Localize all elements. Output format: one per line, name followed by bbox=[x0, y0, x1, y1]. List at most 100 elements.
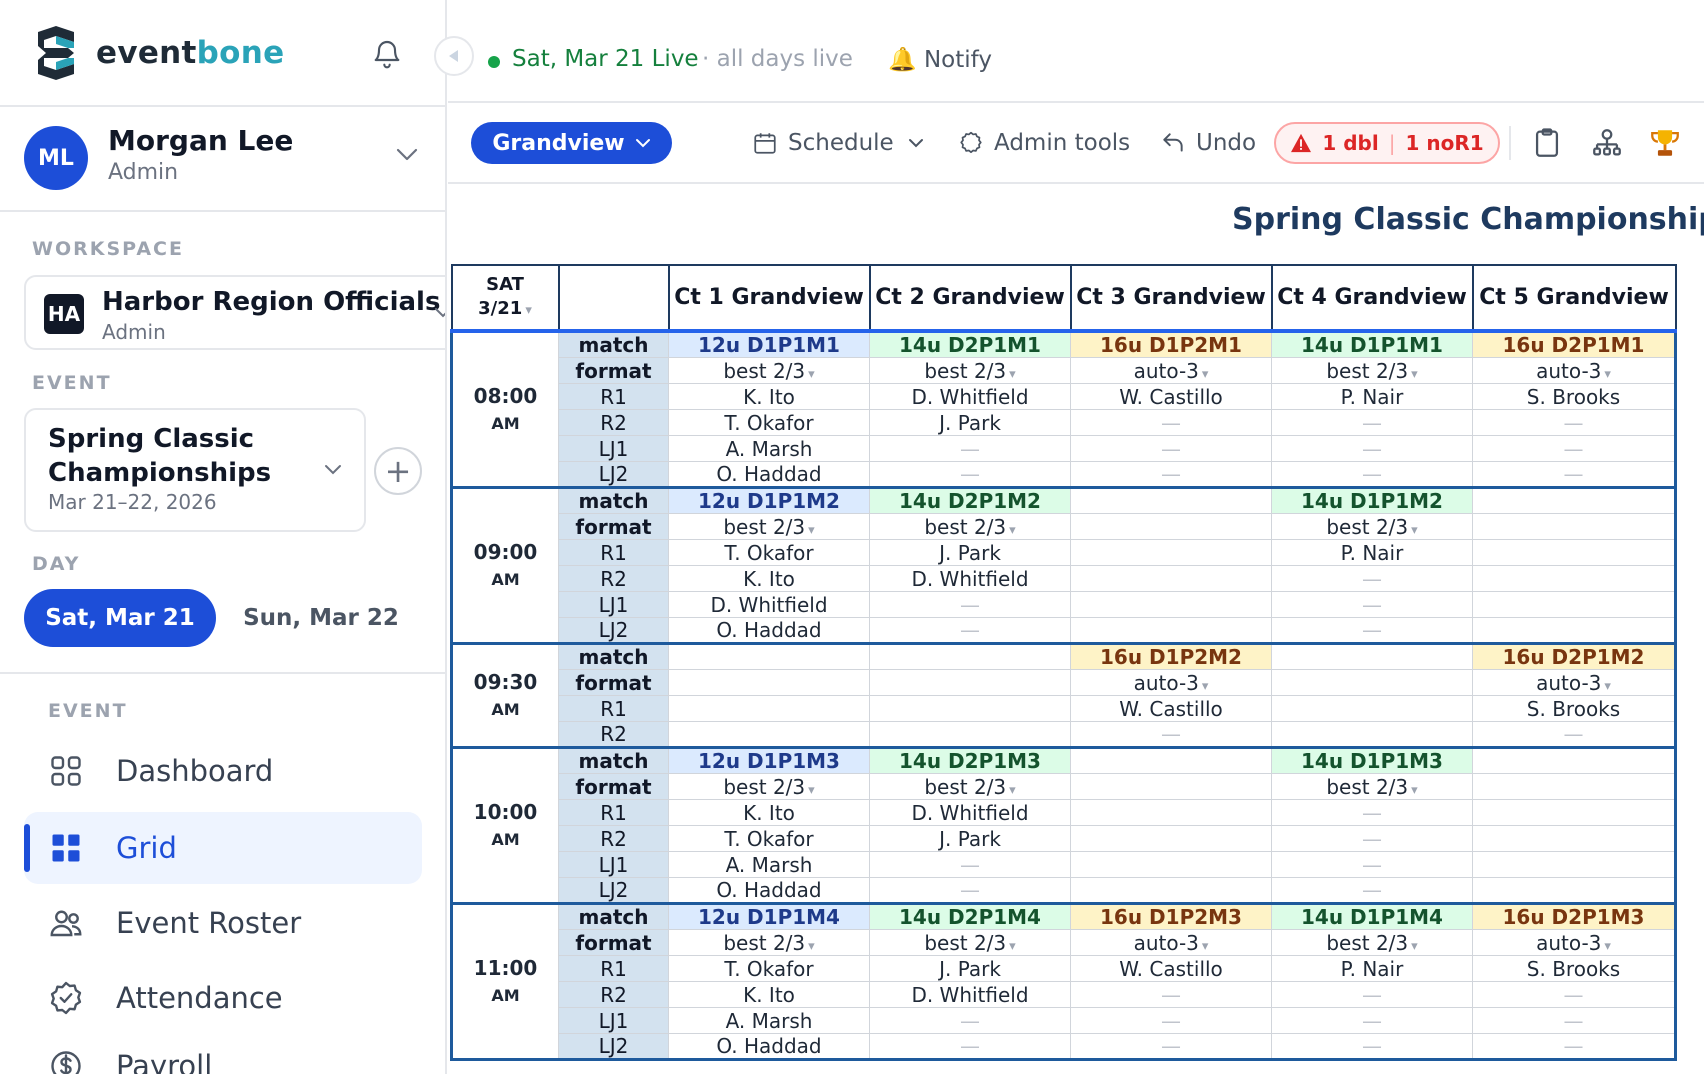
official-cell[interactable]: S. Brooks bbox=[1472, 383, 1677, 410]
format-select[interactable]: auto-3 ▾ bbox=[1070, 669, 1272, 696]
brand-logo[interactable]: eventbone bbox=[34, 26, 284, 80]
format-select[interactable]: best 2/3 ▾ bbox=[869, 929, 1071, 956]
match-cell[interactable]: 14u D1P1M2 bbox=[1271, 487, 1473, 514]
court-header[interactable]: Ct 3 Grandview bbox=[1069, 264, 1273, 333]
official-cell[interactable]: — bbox=[1070, 1033, 1272, 1060]
day-tab-sat[interactable]: Sat, Mar 21 bbox=[24, 589, 216, 647]
official-cell[interactable]: J. Park bbox=[869, 825, 1071, 852]
match-cell[interactable]: 12u D1P1M3 bbox=[668, 747, 870, 774]
official-cell[interactable]: — bbox=[1472, 409, 1677, 436]
nav-item-payroll[interactable]: Payroll bbox=[24, 1030, 422, 1074]
match-cell[interactable]: 14u D1P1M4 bbox=[1271, 903, 1473, 930]
official-cell[interactable] bbox=[1472, 747, 1677, 774]
official-cell[interactable]: O. Haddad bbox=[668, 1033, 870, 1060]
format-select[interactable]: auto-3 ▾ bbox=[1070, 357, 1272, 384]
official-cell[interactable]: W. Castillo bbox=[1070, 695, 1272, 722]
official-cell[interactable] bbox=[1472, 877, 1677, 904]
official-cell[interactable]: — bbox=[1472, 461, 1677, 488]
format-select[interactable]: best 2/3 ▾ bbox=[668, 357, 870, 384]
format-select[interactable] bbox=[869, 669, 1071, 696]
match-cell[interactable]: 16u D1P2M2 bbox=[1070, 643, 1272, 670]
nav-item-event-roster[interactable]: Event Roster bbox=[24, 887, 422, 959]
official-cell[interactable]: P. Nair bbox=[1271, 955, 1473, 982]
official-cell[interactable]: — bbox=[869, 877, 1071, 904]
official-cell[interactable] bbox=[1271, 721, 1473, 748]
official-cell[interactable]: T. Okafor bbox=[668, 955, 870, 982]
trophy-icon[interactable] bbox=[1648, 126, 1682, 160]
day-header[interactable]: SAT 3/21 ▾ bbox=[450, 264, 560, 333]
official-cell[interactable] bbox=[1472, 617, 1677, 644]
official-cell[interactable]: — bbox=[869, 851, 1071, 878]
match-cell[interactable]: 16u D2P1M2 bbox=[1472, 643, 1677, 670]
official-cell[interactable] bbox=[1070, 799, 1272, 826]
official-cell[interactable]: — bbox=[869, 461, 1071, 488]
official-cell[interactable]: D. Whitfield bbox=[869, 565, 1071, 592]
official-cell[interactable]: — bbox=[1271, 799, 1473, 826]
official-cell[interactable] bbox=[1070, 617, 1272, 644]
official-cell[interactable] bbox=[1070, 877, 1272, 904]
official-cell[interactable] bbox=[1070, 747, 1272, 774]
format-select[interactable] bbox=[1070, 513, 1272, 540]
court-header[interactable]: Ct 5 Grandview bbox=[1471, 264, 1677, 333]
official-cell[interactable]: P. Nair bbox=[1271, 383, 1473, 410]
official-cell[interactable]: — bbox=[1271, 461, 1473, 488]
collapse-sidebar-button[interactable] bbox=[434, 36, 474, 76]
format-select[interactable]: best 2/3 ▾ bbox=[1271, 773, 1473, 800]
official-cell[interactable] bbox=[1472, 591, 1677, 618]
bell-icon[interactable] bbox=[371, 38, 403, 70]
format-select[interactable] bbox=[1070, 773, 1272, 800]
format-select[interactable]: auto-3 ▾ bbox=[1070, 929, 1272, 956]
official-cell[interactable]: K. Ito bbox=[668, 383, 870, 410]
format-select[interactable]: best 2/3 ▾ bbox=[869, 357, 1071, 384]
official-cell[interactable]: — bbox=[1472, 1007, 1677, 1034]
official-cell[interactable]: T. Okafor bbox=[668, 409, 870, 436]
official-cell[interactable]: — bbox=[1070, 435, 1272, 462]
format-select[interactable]: best 2/3 ▾ bbox=[869, 773, 1071, 800]
venue-selector[interactable]: Grandview bbox=[471, 122, 672, 164]
official-cell[interactable]: — bbox=[1070, 409, 1272, 436]
official-cell[interactable]: — bbox=[869, 591, 1071, 618]
match-cell[interactable]: 16u D1P2M3 bbox=[1070, 903, 1272, 930]
official-cell[interactable]: J. Park bbox=[869, 409, 1071, 436]
add-event-button[interactable]: + bbox=[374, 447, 422, 495]
match-cell[interactable]: 14u D1P1M1 bbox=[1271, 330, 1473, 358]
format-select[interactable]: best 2/3 ▾ bbox=[668, 513, 870, 540]
format-select[interactable] bbox=[1472, 773, 1677, 800]
official-cell[interactable] bbox=[1070, 851, 1272, 878]
official-cell[interactable]: — bbox=[1472, 435, 1677, 462]
format-select[interactable]: auto-3 ▾ bbox=[1472, 929, 1677, 956]
nav-item-grid[interactable]: Grid bbox=[24, 812, 422, 884]
official-cell[interactable]: — bbox=[1271, 1007, 1473, 1034]
official-cell[interactable]: K. Ito bbox=[668, 981, 870, 1008]
official-cell[interactable] bbox=[1070, 539, 1272, 566]
match-cell[interactable]: 16u D1P2M1 bbox=[1070, 330, 1272, 358]
format-select[interactable] bbox=[668, 669, 870, 696]
format-select[interactable]: best 2/3 ▾ bbox=[668, 773, 870, 800]
format-select[interactable]: auto-3 ▾ bbox=[1472, 669, 1677, 696]
official-cell[interactable]: — bbox=[1271, 851, 1473, 878]
official-cell[interactable]: D. Whitfield bbox=[668, 591, 870, 618]
conflict-alert-badge[interactable]: 1 dbl | 1 noR1 bbox=[1274, 122, 1500, 164]
match-cell[interactable]: 14u D2P1M1 bbox=[869, 330, 1071, 358]
official-cell[interactable]: O. Haddad bbox=[668, 877, 870, 904]
court-header[interactable]: Ct 2 Grandview bbox=[868, 264, 1072, 333]
official-cell[interactable]: — bbox=[1070, 461, 1272, 488]
official-cell[interactable]: — bbox=[1472, 721, 1677, 748]
official-cell[interactable]: P. Nair bbox=[1271, 539, 1473, 566]
official-cell[interactable] bbox=[1070, 825, 1272, 852]
official-cell[interactable]: — bbox=[1271, 981, 1473, 1008]
undo-button[interactable]: Undo bbox=[1160, 126, 1256, 160]
official-cell[interactable]: S. Brooks bbox=[1472, 955, 1677, 982]
match-cell[interactable]: 14u D2P1M3 bbox=[869, 747, 1071, 774]
match-cell[interactable]: 12u D1P1M2 bbox=[668, 487, 870, 514]
official-cell[interactable]: — bbox=[1271, 565, 1473, 592]
official-cell[interactable] bbox=[869, 721, 1071, 748]
nav-item-attendance[interactable]: Attendance bbox=[24, 962, 422, 1034]
match-cell[interactable]: 16u D2P1M3 bbox=[1472, 903, 1677, 930]
official-cell[interactable]: — bbox=[1070, 1007, 1272, 1034]
official-cell[interactable] bbox=[1070, 591, 1272, 618]
format-select[interactable]: best 2/3 ▾ bbox=[1271, 513, 1473, 540]
match-cell[interactable]: 14u D1P1M3 bbox=[1271, 747, 1473, 774]
format-select[interactable]: best 2/3 ▾ bbox=[869, 513, 1071, 540]
official-cell[interactable]: O. Haddad bbox=[668, 617, 870, 644]
